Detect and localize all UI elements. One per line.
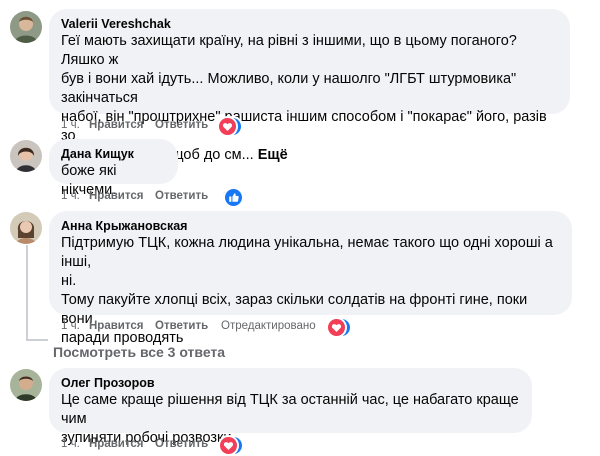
comment-actions: 1 ч. Нравится Ответить 2 [61,187,261,208]
comment-line: був і вони хай ідуть... Можливо, коли у … [61,71,517,106]
timestamp[interactable]: 1 ч. [61,436,80,452]
timestamp[interactable]: 1 ч. [61,117,80,133]
comment-bubble: Олег Прозоров Це саме краще рішення від … [49,368,532,446]
comment-line: Це саме краще рішення від ТЦК за останні… [61,392,519,427]
comment-actions: 1 ч. Нравится Ответить 12 [61,116,291,137]
comment-line: ні. [61,273,77,289]
reply-button[interactable]: Ответить [155,188,208,204]
reply-button[interactable]: Ответить [155,117,208,133]
reactions[interactable]: 14 [218,435,244,456]
reactions[interactable]: 13 [326,317,352,338]
avatar[interactable] [10,11,42,43]
thread-line [26,339,48,341]
timestamp[interactable]: 1 ч. [61,188,80,204]
timestamp[interactable]: 1 ч. [61,318,80,334]
edited-label: Отредактировано [221,320,316,332]
comment-author[interactable]: Дана Кищук [61,146,166,162]
like-button[interactable]: Нравится [89,318,143,334]
view-replies-link[interactable]: Посмотреть все 3 ответа [53,344,225,360]
avatar[interactable] [10,369,42,401]
reply-button[interactable]: Ответить [155,318,208,334]
comment-bubble: Анна Крыжановская Підтримую ТЦК, кожна л… [49,211,572,346]
love-icon [217,116,238,137]
like-icon [223,187,244,208]
see-more-link[interactable]: Ещё [258,147,288,163]
thread-line [26,245,28,341]
like-button[interactable]: Нравится [89,436,143,452]
comment-actions: 1 ч. Нравится Ответить Отредактировано 1… [61,317,401,338]
like-button[interactable]: Нравится [89,188,143,204]
comment-author[interactable]: Valerii Vereshchak [61,16,558,32]
avatar[interactable] [10,212,42,244]
comment-line: Геї мають захищати країну, на рівні з ін… [61,33,517,68]
reactions[interactable]: 12 [217,116,243,137]
love-icon [326,317,347,338]
reactions[interactable]: 2 [223,187,244,208]
comment-bubble: Valerii Vereshchak Геї мають захищати кр… [49,9,570,163]
avatar[interactable] [10,140,42,172]
reply-button[interactable]: Ответить [155,436,208,452]
comment-line: Підтримую ТЦК, кожна людина унікальна, н… [61,235,553,270]
comment-bubble: Дана Кищук боже які нікчеми. [49,139,178,198]
comment-actions: 1 ч. Нравится Ответить 14 [61,435,291,456]
comment-author[interactable]: Олег Прозоров [61,375,520,391]
comment-author[interactable]: Анна Крыжановская [61,218,560,234]
like-button[interactable]: Нравится [89,117,143,133]
